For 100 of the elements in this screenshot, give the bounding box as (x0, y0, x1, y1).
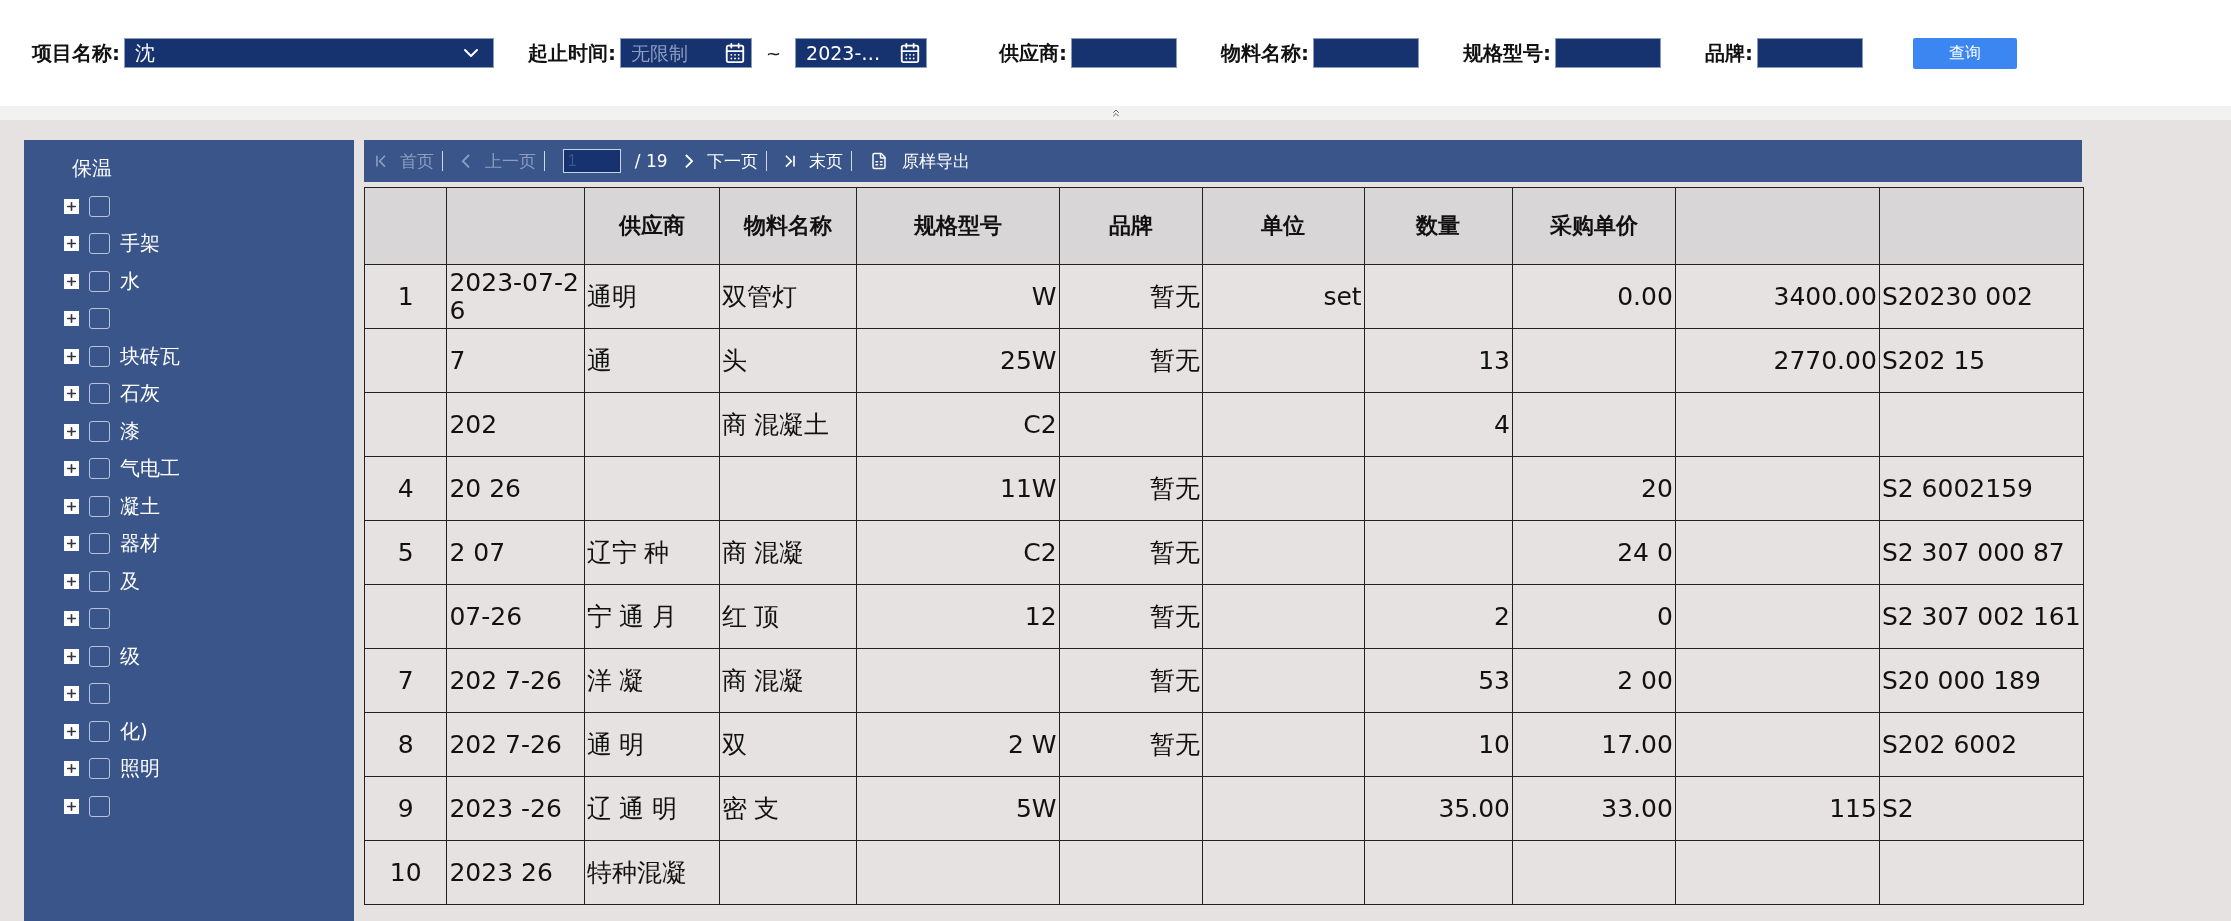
table-cell: 暂无 (1059, 456, 1203, 521)
checkbox[interactable] (89, 458, 110, 480)
table-cell: 07-26 (446, 584, 584, 649)
checkbox[interactable] (89, 420, 110, 442)
table-cell: S20230 002 (1879, 264, 2084, 329)
table-cell: 2 07 (446, 520, 584, 585)
tree-item[interactable]: 保温 (72, 155, 112, 183)
calendar-icon[interactable] (724, 42, 746, 64)
table-cell: S202 15 (1879, 328, 2084, 393)
checkbox[interactable] (89, 308, 110, 330)
tree-item[interactable]: 块砖瓦 (120, 342, 180, 370)
table-cell: 202 (446, 392, 584, 457)
checkbox[interactable] (89, 495, 110, 517)
table-cell: 2023 26 (446, 840, 584, 905)
table-cell: 2023 -26 (446, 776, 584, 841)
table-cell: 4 (364, 456, 447, 521)
input-field[interactable] (1757, 38, 1864, 68)
tree-item[interactable]: 石灰 (120, 380, 160, 408)
checkbox[interactable] (89, 383, 110, 405)
table-cell: 双管灯 (719, 264, 857, 329)
table-cell: 11W (856, 456, 1060, 521)
expand-icon[interactable] (64, 648, 79, 664)
expand-icon[interactable] (64, 536, 79, 552)
table-cell: 202 7-26 (446, 712, 584, 777)
checkbox[interactable] (89, 608, 110, 630)
checkbox[interactable] (89, 683, 110, 705)
checkbox[interactable] (89, 345, 110, 367)
table-cell: 暂无 (1059, 584, 1203, 649)
checkbox[interactable] (89, 720, 110, 742)
table-cell: 9 (364, 776, 447, 841)
checkbox[interactable] (89, 533, 110, 555)
search-button[interactable]: 查询 (1913, 37, 2018, 69)
expand-icon[interactable] (64, 348, 79, 364)
expand-icon[interactable] (64, 723, 79, 739)
checkbox[interactable] (89, 758, 110, 780)
table-cell: S2 307 002 161 (1879, 584, 2084, 649)
checkbox[interactable] (89, 195, 110, 217)
table-cell: 宁 通 月 (584, 584, 719, 649)
table-cell: 2 (1364, 584, 1513, 649)
table-cell: 17.00 (1512, 712, 1676, 777)
project-select[interactable]: 沈 (124, 38, 494, 68)
checkbox[interactable] (89, 645, 110, 667)
pager-button[interactable]: 末页 (785, 151, 853, 171)
table-cell: 24 0 (1512, 520, 1676, 585)
table-cell: S202 6002 (1879, 712, 2084, 777)
pager-button[interactable]: 下一页 (683, 151, 768, 171)
table-cell: 通明 (584, 264, 719, 329)
expand-icon[interactable] (64, 573, 79, 589)
expand-icon[interactable] (64, 611, 79, 627)
tree-item[interactable]: 照明 (120, 755, 160, 783)
table-cell: 双 (719, 712, 857, 777)
input-field[interactable] (1555, 38, 1662, 68)
table-cell: 暂无 (1059, 648, 1203, 713)
table-cell: C2 (856, 392, 1060, 457)
table-cell: 3400.00 (1675, 264, 1880, 329)
start-date-field[interactable]: 无限制 (620, 38, 752, 68)
input-field[interactable] (1313, 38, 1420, 68)
checkbox[interactable] (89, 570, 110, 592)
tree-item[interactable]: 及 (120, 567, 140, 595)
expand-icon[interactable] (64, 498, 79, 514)
end-date-field[interactable]: 2023-… (795, 38, 928, 68)
tree-item[interactable]: 化) (120, 717, 148, 745)
table-cell: 7 (364, 648, 447, 713)
table-cell: 通 (584, 328, 719, 393)
input-field[interactable] (1071, 38, 1178, 68)
table-cell: 暂无 (1059, 520, 1203, 585)
expand-icon[interactable] (64, 761, 79, 777)
table-cell: 53 (1364, 648, 1513, 713)
expand-icon[interactable] (64, 198, 79, 214)
table-cell: 33.00 (1512, 776, 1676, 841)
checkbox[interactable] (89, 795, 110, 817)
tree-item[interactable]: 凝土 (120, 492, 160, 520)
expand-icon[interactable] (64, 386, 79, 402)
tree-item[interactable]: 级 (120, 642, 140, 670)
table-cell: 0.00 (1512, 264, 1676, 329)
tree-item[interactable]: 漆 (120, 417, 140, 445)
field-label: 供应商: (999, 39, 1068, 67)
pager-button[interactable]: 原样导出 (870, 151, 979, 171)
tree-item[interactable]: 器材 (120, 530, 160, 558)
previous-icon (460, 153, 471, 169)
checkbox[interactable] (89, 233, 110, 255)
column-header: 物料名称 (719, 187, 857, 265)
tree-item[interactable]: 气电工 (120, 455, 180, 483)
range-separator: ~ (766, 42, 782, 64)
tree-item[interactable]: 手架 (120, 230, 160, 258)
table-cell: 辽 通 明 (584, 776, 719, 841)
table-cell: S2 (1879, 776, 2084, 841)
calendar-icon[interactable] (899, 42, 922, 64)
checkbox[interactable] (89, 270, 110, 292)
expand-icon[interactable] (64, 236, 79, 252)
expand-icon[interactable] (64, 273, 79, 289)
expand-icon[interactable] (64, 461, 79, 477)
expand-icon[interactable] (64, 798, 79, 814)
expand-icon[interactable] (64, 423, 79, 439)
expand-icon[interactable] (64, 311, 79, 327)
expand-icon[interactable] (64, 686, 79, 702)
tree-item[interactable]: 水 (120, 267, 140, 295)
column-header: 供应商 (584, 187, 719, 265)
table-cell: 洋 凝 (584, 648, 719, 713)
table-cell: 辽宁 种 (584, 520, 719, 585)
